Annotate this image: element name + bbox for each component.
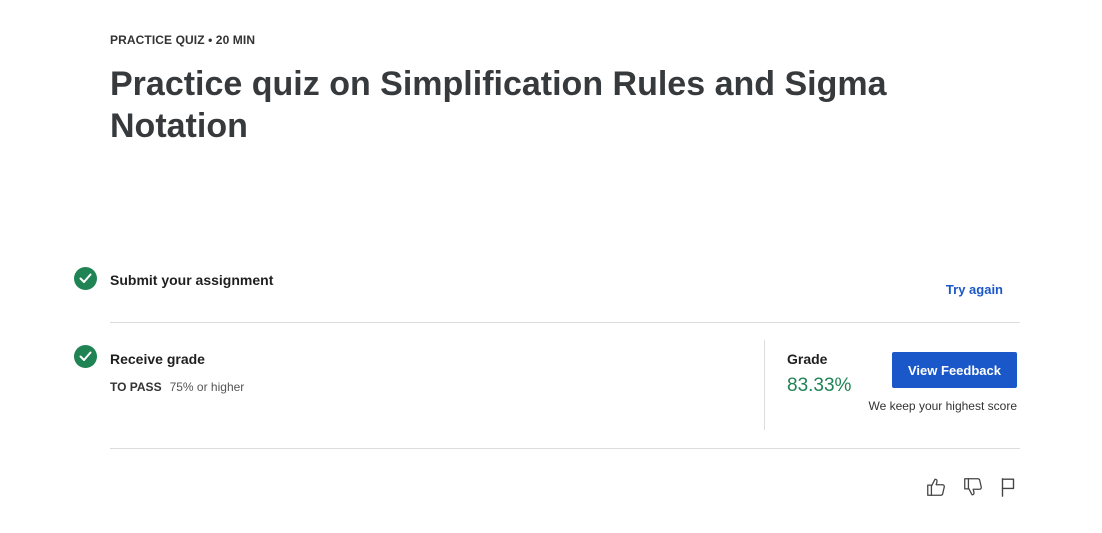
grade-value: 83.33% <box>787 375 852 396</box>
page-title: Practice quiz on Simplification Rules an… <box>110 65 887 145</box>
divider <box>110 448 1020 449</box>
pass-requirement-value: 75% or higher <box>169 380 245 394</box>
flag-icon[interactable] <box>996 475 1020 499</box>
quiz-page: PRACTICE QUIZ • 20 MIN Practice quiz on … <box>0 0 1102 533</box>
divider <box>110 322 1020 323</box>
view-feedback-button[interactable]: View Feedback <box>892 352 1017 388</box>
pass-requirement: TO PASS 75% or higher <box>110 380 244 394</box>
checkmark-icon <box>79 351 92 361</box>
check-circle-icon <box>74 345 97 368</box>
vertical-divider <box>764 340 765 430</box>
receive-grade-label: Receive grade <box>110 351 205 367</box>
try-again-link[interactable]: Try again <box>946 282 1003 297</box>
highest-score-note: We keep your highest score <box>868 399 1017 413</box>
check-circle-icon <box>74 267 97 290</box>
checkmark-icon <box>79 273 92 283</box>
submit-assignment-label: Submit your assignment <box>110 272 274 288</box>
grade-label: Grade <box>787 351 828 367</box>
quiz-meta: PRACTICE QUIZ • 20 MIN <box>110 33 256 47</box>
pass-requirement-key: TO PASS <box>110 380 162 394</box>
thumbs-up-icon[interactable] <box>924 475 948 499</box>
thumbs-down-icon[interactable] <box>961 475 985 499</box>
